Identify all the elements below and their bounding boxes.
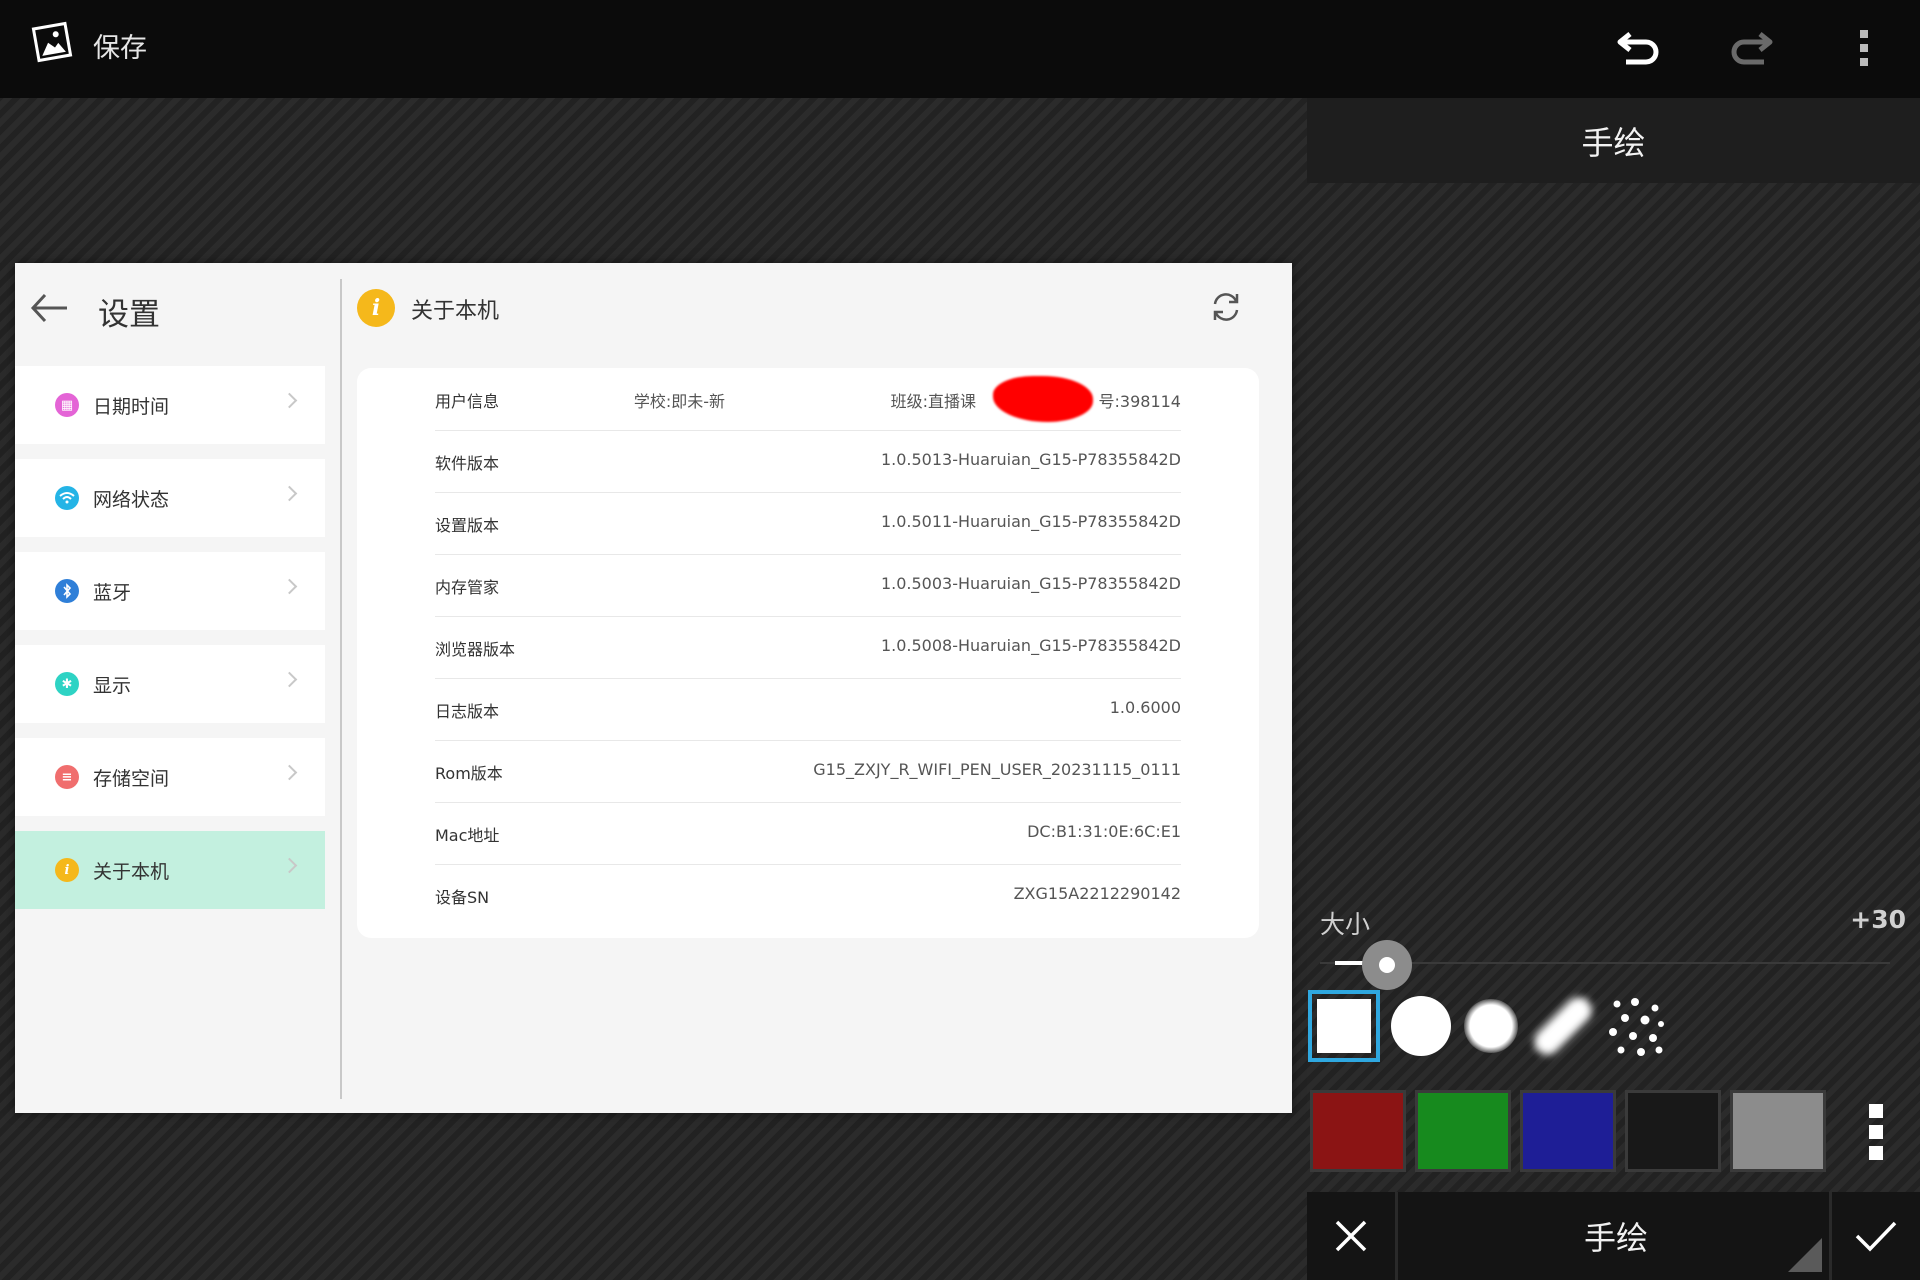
- undo-icon[interactable]: [1610, 18, 1670, 78]
- size-slider-knob[interactable]: [1362, 940, 1412, 990]
- info-row: 日志版本 1.0.6000: [435, 678, 1181, 741]
- nav-item-bluetooth[interactable]: 蓝牙: [15, 552, 325, 630]
- user-school: 学校:即未-新: [633, 392, 725, 411]
- soft-brush[interactable]: [1455, 990, 1527, 1062]
- chevron-right-icon: [281, 764, 298, 781]
- info-row: Mac地址 DC:B1:31:0E:6C:E1: [435, 802, 1181, 865]
- square-brush[interactable]: [1308, 990, 1380, 1062]
- row-key: Mac地址: [435, 826, 500, 845]
- color-swatch-gray[interactable]: [1730, 1090, 1826, 1172]
- row-key: 内存管家: [435, 578, 500, 597]
- row-key: 浏览器版本: [435, 640, 516, 659]
- close-icon[interactable]: [1307, 1192, 1398, 1280]
- chevron-right-icon: [281, 485, 298, 502]
- nav-item-about[interactable]: i 关于本机: [15, 831, 325, 909]
- calendar-icon: ▦: [55, 393, 79, 417]
- check-icon[interactable]: [1829, 1192, 1920, 1280]
- row-value: 1.0.5013-Huaruian_G15-P78355842D: [880, 450, 1181, 469]
- info-row: Rom版本 G15_ZXJY_R_WIFI_PEN_USER_20231115_…: [435, 740, 1181, 803]
- redo-icon[interactable]: [1720, 18, 1780, 78]
- color-swatch-blue[interactable]: [1520, 1090, 1616, 1172]
- about-title: 关于本机: [411, 299, 500, 324]
- photo-icon[interactable]: [28, 18, 76, 66]
- top-toolbar: 保存: [0, 0, 1920, 98]
- nav-label: 显示: [93, 674, 132, 697]
- nav-item-datetime[interactable]: ▦ 日期时间: [15, 366, 325, 444]
- info-row: 内存管家 1.0.5003-Huaruian_G15-P78355842D: [435, 554, 1181, 617]
- mode-label: 手绘: [1583, 1219, 1648, 1257]
- row-value: 1.0.5011-Huaruian_G15-P78355842D: [880, 512, 1181, 531]
- row-value: 1.0.5003-Huaruian_G15-P78355842D: [880, 574, 1181, 593]
- row-value: 1.0.6000: [1109, 698, 1181, 717]
- row-value: ZXG15A2212290142: [1013, 884, 1181, 903]
- refresh-icon[interactable]: [1208, 289, 1244, 325]
- display-icon: ✱: [55, 672, 79, 696]
- mode-selector[interactable]: 手绘: [1398, 1192, 1834, 1280]
- settings-screenshot: 设置 ▦ 日期时间 网络状态 蓝牙 ✱ 显示 ≡ 存储空间 i 关于本机 i 关…: [15, 263, 1292, 1113]
- info-row: 浏览器版本 1.0.5008-Huaruian_G15-P78355842D: [435, 616, 1181, 679]
- nav-label: 网络状态: [93, 488, 170, 511]
- blur-brush[interactable]: [1527, 990, 1599, 1062]
- row-value: 1.0.5008-Huaruian_G15-P78355842D: [880, 636, 1181, 655]
- row-key: 设置版本: [435, 516, 500, 535]
- info-row-user: 用户信息 学校:即未-新 班级:直播课 号:398114: [435, 368, 1181, 431]
- spray-brush[interactable]: [1601, 990, 1673, 1062]
- divider: [340, 279, 342, 1099]
- info-icon: i: [55, 858, 79, 882]
- chevron-right-icon: [281, 857, 298, 874]
- info-row: 设备SN ZXG15A2212290142: [435, 864, 1181, 926]
- nav-item-storage[interactable]: ≡ 存储空间: [15, 738, 325, 816]
- nav-item-display[interactable]: ✱ 显示: [15, 645, 325, 723]
- color-swatch-green[interactable]: [1415, 1090, 1511, 1172]
- row-key: 日志版本: [435, 702, 500, 721]
- storage-icon: ≡: [55, 765, 79, 789]
- nav-item-network[interactable]: 网络状态: [15, 459, 325, 537]
- row-key: 软件版本: [435, 454, 500, 473]
- nav-label: 日期时间: [93, 395, 170, 418]
- more-vert-icon[interactable]: [1834, 18, 1894, 78]
- circle-brush[interactable]: [1385, 990, 1457, 1062]
- user-account: 号:398114: [1098, 392, 1181, 411]
- about-info-card: 用户信息 学校:即未-新 班级:直播课 号:398114 软件版本 1.0.50…: [357, 368, 1259, 938]
- row-key: Rom版本: [435, 764, 503, 783]
- save-button[interactable]: 保存: [93, 26, 147, 65]
- settings-title: 设置: [98, 297, 160, 333]
- info-row: 软件版本 1.0.5013-Huaruian_G15-P78355842D: [435, 430, 1181, 493]
- chevron-right-icon: [281, 578, 298, 595]
- color-swatch-black[interactable]: [1625, 1090, 1721, 1172]
- back-arrow-icon[interactable]: [29, 291, 69, 325]
- row-key: 设备SN: [435, 888, 490, 907]
- chevron-right-icon: [281, 671, 298, 688]
- bluetooth-icon: [55, 579, 79, 603]
- nav-label: 关于本机: [93, 860, 170, 883]
- color-swatch-red[interactable]: [1310, 1090, 1406, 1172]
- nav-label: 蓝牙: [93, 581, 132, 604]
- row-key: 用户信息: [435, 392, 500, 411]
- row-value: G15_ZXJY_R_WIFI_PEN_USER_20231115_0111: [813, 760, 1181, 779]
- wifi-icon: [55, 486, 79, 510]
- size-label: 大小: [1320, 910, 1371, 939]
- info-icon: i: [357, 289, 395, 327]
- user-class: 班级:直播课: [890, 392, 976, 411]
- more-colors-icon[interactable]: [1862, 1100, 1890, 1164]
- chevron-right-icon: [281, 392, 298, 409]
- info-row: 设置版本 1.0.5011-Huaruian_G15-P78355842D: [435, 492, 1181, 555]
- dropdown-corner-icon: [1788, 1238, 1822, 1272]
- bottom-action-bar: 手绘: [1307, 1192, 1920, 1280]
- redaction-mark: [993, 376, 1093, 422]
- nav-label: 存储空间: [93, 767, 170, 790]
- row-value: DC:B1:31:0E:6C:E1: [1027, 822, 1181, 841]
- tool-panel-title: 手绘: [1307, 98, 1920, 183]
- size-value: +30: [1850, 905, 1906, 934]
